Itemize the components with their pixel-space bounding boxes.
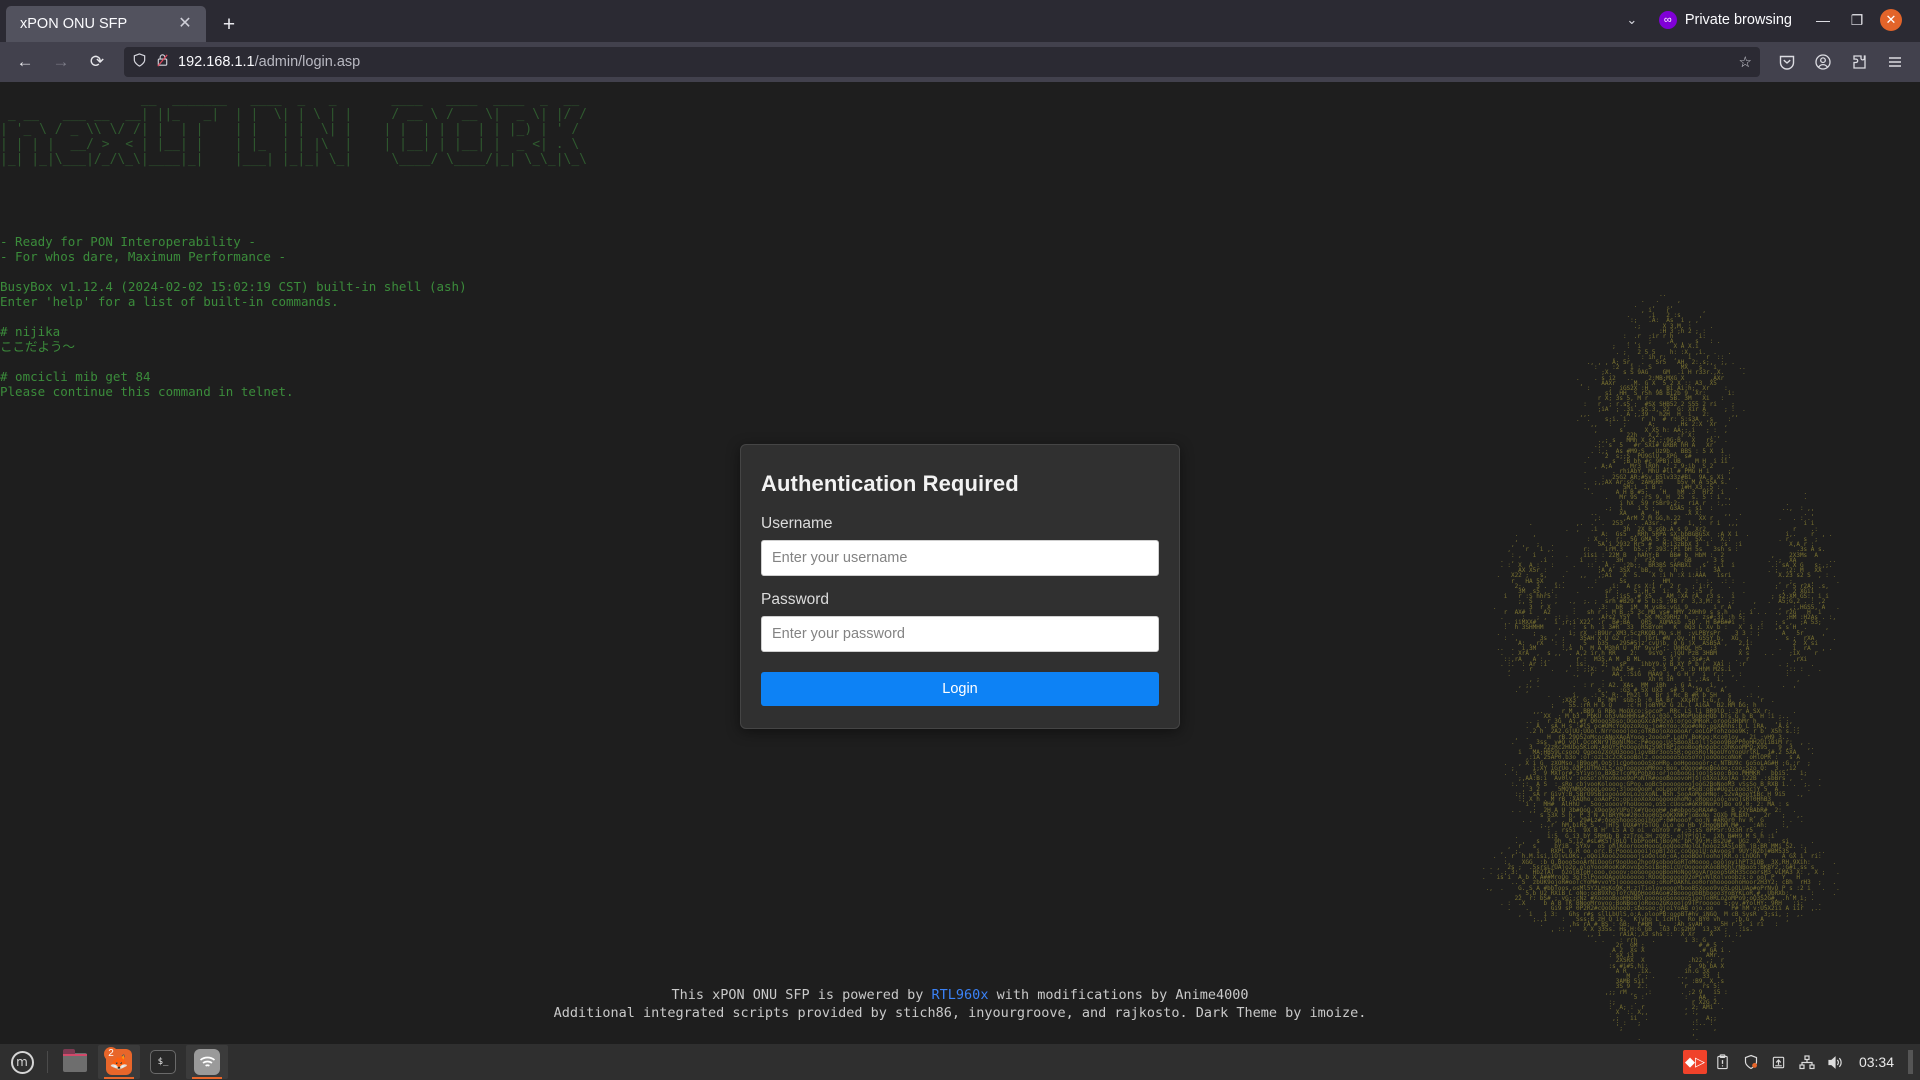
username-label: Username: [761, 515, 833, 532]
taskbar-item-terminal[interactable]: $_: [142, 1045, 184, 1079]
tagline-2: - For whos dare, Maximum Performance -: [0, 249, 286, 264]
nijika-ascii-art: .. . . , . , ,, , i r , . ,i 2:s ,:; .…: [1482, 291, 1840, 1044]
url-host: 192.168.1.1: [178, 54, 255, 70]
shield-icon[interactable]: [132, 52, 147, 73]
pocket-icon[interactable]: [1770, 47, 1804, 77]
taskbar-grip[interactable]: [1908, 1050, 1913, 1074]
folder-icon: [63, 1048, 87, 1072]
url-text: 192.168.1.1/admin/login.asp: [178, 54, 360, 70]
terminal-icon: $_: [150, 1050, 176, 1074]
extensions-icon[interactable]: [1842, 47, 1876, 77]
taskbar-item-files[interactable]: [54, 1045, 96, 1079]
update-manager-icon[interactable]: [1767, 1050, 1791, 1074]
footer-text-after: with modifications by Anime4000: [988, 987, 1249, 1003]
forward-button: →: [52, 52, 70, 71]
xpon-banner-ascii: __ _______ ____ _ _ ____ ____ ____ _ __ …: [0, 92, 587, 167]
tab-xpon-onu-sfp[interactable]: xPON ONU SFP ✕: [6, 6, 206, 42]
browser-window: xPON ONU SFP ✕ + ⌄ ∞ Private browsing — …: [0, 0, 1920, 1080]
new-tab-button[interactable]: +: [216, 11, 242, 37]
firefox-badge: 2: [104, 1047, 118, 1061]
maximize-button[interactable]: ❐: [1840, 3, 1874, 37]
command-2-output: Please continue this command in telnet.: [0, 384, 294, 399]
shield-update-icon[interactable]: [1739, 1050, 1763, 1074]
volume-icon[interactable]: [1823, 1050, 1847, 1074]
account-icon[interactable]: [1806, 47, 1840, 77]
navigation-toolbar: ← → ⟳ 192.168.1.1/admin/login.asp ☆: [0, 42, 1920, 82]
dialog-title: Authentication Required: [761, 471, 1019, 496]
minimize-button[interactable]: —: [1806, 3, 1840, 37]
system-tray: ◆▷ 03:34: [1682, 1050, 1917, 1074]
busybox-line: BusyBox v1.12.4 (2024-02-02 15:02:19 CST…: [0, 279, 467, 294]
mint-menu-button[interactable]: m: [3, 1045, 41, 1079]
password-input[interactable]: [761, 616, 1159, 652]
login-button[interactable]: Login: [761, 672, 1159, 706]
warpinator-icon[interactable]: ◆▷: [1682, 1050, 1707, 1074]
tagline-1: - Ready for PON Interoperability -: [0, 234, 256, 249]
command-1-output: ここだよう〜: [0, 339, 76, 354]
network-icon[interactable]: [1795, 1050, 1819, 1074]
authentication-dialog: Authentication Required Username Passwor…: [740, 444, 1180, 729]
rtl960x-link[interactable]: RTL960x: [932, 987, 989, 1003]
wifi-app-icon: [194, 1049, 220, 1075]
private-browsing-label: Private browsing: [1684, 12, 1792, 28]
address-bar[interactable]: 192.168.1.1/admin/login.asp ☆: [124, 47, 1760, 77]
taskbar-item-firefox[interactable]: 2 🦊: [98, 1045, 140, 1079]
url-path: /admin/login.asp: [254, 54, 361, 70]
footer-line-1: This xPON ONU SFP is powered by RTL960x …: [0, 986, 1920, 1004]
tab-strip: xPON ONU SFP ✕ + ⌄ ∞ Private browsing — …: [0, 0, 1920, 42]
taskbar-divider: [47, 1051, 48, 1073]
bookmark-star-icon[interactable]: ☆: [1739, 53, 1752, 71]
window-controls-area: ⌄ ∞ Private browsing — ❐ ✕: [1611, 0, 1912, 42]
lock-crossed-icon[interactable]: [155, 52, 170, 73]
footer-line-2: Additional integrated scripts provided b…: [553, 1005, 1367, 1021]
password-label: Password: [761, 591, 830, 608]
chevron-down-icon[interactable]: ⌄: [1611, 2, 1653, 38]
command-2: # omcicli mib get 84: [0, 369, 151, 384]
taskbar-item-wifi-app[interactable]: [186, 1045, 228, 1079]
tab-title: xPON ONU SFP: [20, 16, 128, 32]
username-input[interactable]: [761, 540, 1159, 576]
page-footer: This xPON ONU SFP is powered by RTL960x …: [0, 986, 1920, 1022]
mint-logo-icon: m: [10, 1050, 34, 1074]
help-line: Enter 'help' for a list of built-in comm…: [0, 294, 339, 309]
clipboard-icon[interactable]: [1711, 1050, 1735, 1074]
private-mask-icon: ∞: [1658, 11, 1677, 29]
taskbar-clock[interactable]: 03:34: [1851, 1054, 1902, 1070]
taskbar-app-list: 2 🦊 $_: [54, 1045, 228, 1079]
terminal-boot-log: - Ready for PON Interoperability - - For…: [0, 234, 467, 399]
close-window-button[interactable]: ✕: [1880, 9, 1902, 31]
back-button[interactable]: ←: [8, 47, 42, 77]
private-browsing-indicator: ∞ Private browsing: [1653, 11, 1806, 29]
command-1: # nijika: [0, 324, 61, 339]
page-content: __ _______ ____ _ _ ____ ____ ____ _ __ …: [0, 82, 1920, 1044]
taskbar: m 2 🦊 $_ ◆▷ 03:34: [0, 1044, 1920, 1080]
reload-button[interactable]: ⟳: [80, 47, 114, 77]
footer-text-before: This xPON ONU SFP is powered by: [671, 987, 932, 1003]
close-icon[interactable]: ✕: [172, 11, 198, 37]
menu-icon[interactable]: [1878, 47, 1912, 77]
